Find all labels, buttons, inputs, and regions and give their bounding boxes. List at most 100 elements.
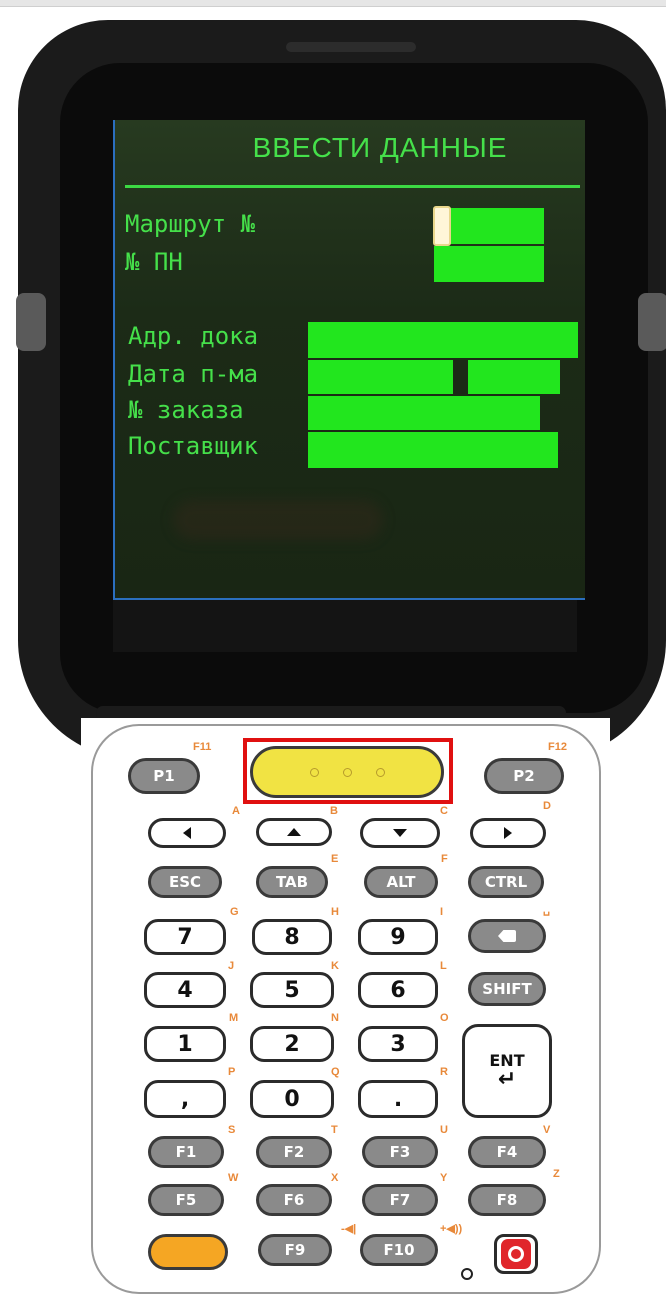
alt-label-s: S (228, 1124, 236, 1136)
comma-key[interactable]: , (144, 1080, 226, 1118)
date-field-1[interactable] (308, 360, 453, 394)
f3-key[interactable]: F3 (362, 1136, 438, 1168)
dock-label: Адр. дока (128, 322, 259, 350)
left-side-button[interactable] (16, 293, 46, 351)
alt-label-vol-up: +◀)) (440, 1223, 463, 1235)
order-label: № заказа (128, 396, 244, 424)
dock-field[interactable] (308, 322, 578, 358)
backspace-key[interactable] (468, 919, 546, 953)
alt-label-v: V (543, 1124, 551, 1136)
alt-label-w: W (228, 1172, 239, 1184)
f9-key[interactable]: F9 (258, 1234, 332, 1266)
key-8[interactable]: 8 (252, 919, 332, 955)
alt-label-k: K (331, 960, 339, 972)
alt-label-q: Q (331, 1066, 340, 1078)
key-4[interactable]: 4 (144, 972, 226, 1008)
ctrl-key[interactable]: CTRL (468, 866, 544, 898)
alt-label-space: ␣ (543, 904, 550, 916)
alt-label-m: M (229, 1012, 239, 1024)
pn-field[interactable] (434, 246, 544, 282)
screen-title: ВВЕСТИ ДАННЫЕ (252, 132, 508, 163)
alt-label-t: T (331, 1124, 338, 1136)
alt-label-y: Y (440, 1172, 448, 1184)
right-arrow-icon (504, 827, 512, 839)
alt-label-r: R (440, 1066, 448, 1078)
orange-function-key[interactable] (148, 1234, 228, 1270)
date-field-2[interactable] (468, 360, 560, 394)
alt-label-c: C (440, 805, 448, 817)
shift-key[interactable]: SHIFT (468, 972, 546, 1006)
alt-label-x: X (331, 1172, 339, 1184)
key-0[interactable]: 0 (250, 1080, 334, 1118)
alt-label-e: E (331, 853, 339, 865)
tab-key[interactable]: TAB (256, 866, 328, 898)
f4-key[interactable]: F4 (468, 1136, 546, 1168)
route-label: Маршрут № (125, 210, 256, 238)
p2-key[interactable]: P2 (484, 758, 564, 794)
alt-label-j: J (228, 960, 235, 972)
f2-key[interactable]: F2 (256, 1136, 332, 1168)
terminal-screen: ВВЕСТИ ДАННЫЕ Маршрут № № ПН Адр. дока Д… (113, 120, 585, 600)
p1-key[interactable]: P1 (128, 758, 200, 794)
right-side-button[interactable] (638, 293, 666, 351)
alt-label-b: B (330, 805, 338, 817)
enter-arrow-icon: ↵ (497, 1067, 517, 1092)
alt-label-u: U (440, 1124, 448, 1136)
f5-key[interactable]: F5 (148, 1184, 224, 1216)
key-3[interactable]: 3 (358, 1026, 438, 1062)
left-arrow-icon (183, 827, 191, 839)
supplier-field[interactable] (308, 432, 558, 468)
alt-label-i: I (440, 906, 444, 918)
key-2[interactable]: 2 (250, 1026, 334, 1062)
microphone-hole (461, 1268, 473, 1280)
f8-key[interactable]: F8 (468, 1184, 546, 1216)
alt-label-f: F (441, 853, 448, 865)
alt-label-a: A (232, 805, 240, 817)
screen-reflection (173, 500, 383, 540)
supplier-label: Поставщик (128, 432, 259, 460)
pn-label: № ПН (125, 248, 183, 276)
order-field[interactable] (308, 396, 540, 430)
f6-key[interactable]: F6 (256, 1184, 332, 1216)
power-key[interactable] (494, 1234, 538, 1274)
f7-key[interactable]: F7 (362, 1184, 438, 1216)
up-arrow-icon (287, 828, 301, 836)
f1-key[interactable]: F1 (148, 1136, 224, 1168)
esc-key[interactable]: ESC (148, 866, 222, 898)
alt-label-o: O (440, 1012, 449, 1024)
alt-label-f11: F11 (193, 741, 212, 753)
alt-label-z: Z (553, 1168, 560, 1180)
alt-key[interactable]: ALT (364, 866, 438, 898)
key-5[interactable]: 5 (250, 972, 334, 1008)
down-arrow-key[interactable] (360, 818, 440, 848)
title-divider (125, 185, 580, 188)
route-field[interactable] (440, 208, 544, 244)
date-label: Дата п-ма (128, 360, 259, 388)
alt-label-l: L (440, 960, 447, 972)
alt-label-p: P (228, 1066, 236, 1078)
key-1[interactable]: 1 (144, 1026, 226, 1062)
key-9[interactable]: 9 (358, 919, 438, 955)
left-arrow-key[interactable] (148, 818, 226, 848)
key-7[interactable]: 7 (144, 919, 226, 955)
highlight-box (243, 738, 453, 804)
screen-lower-area (113, 598, 577, 652)
backspace-icon (498, 930, 516, 942)
text-cursor (433, 206, 451, 246)
power-icon (501, 1239, 531, 1269)
enter-key[interactable]: ENT ↵ (462, 1024, 552, 1118)
alt-label-n: N (331, 1012, 339, 1024)
right-arrow-key[interactable] (470, 818, 546, 848)
alt-label-g: G (230, 906, 239, 918)
key-6[interactable]: 6 (358, 972, 438, 1008)
alt-label-f12: F12 (548, 741, 567, 753)
alt-label-d: D (543, 800, 551, 812)
up-arrow-key[interactable] (256, 818, 332, 846)
alt-label-vol-down: -◀| (341, 1223, 357, 1235)
alt-label-h: H (331, 906, 339, 918)
power-ring (508, 1246, 524, 1262)
top-border (0, 0, 666, 7)
f10-key[interactable]: F10 (360, 1234, 438, 1266)
down-arrow-icon (393, 829, 407, 837)
period-key[interactable]: . (358, 1080, 438, 1118)
